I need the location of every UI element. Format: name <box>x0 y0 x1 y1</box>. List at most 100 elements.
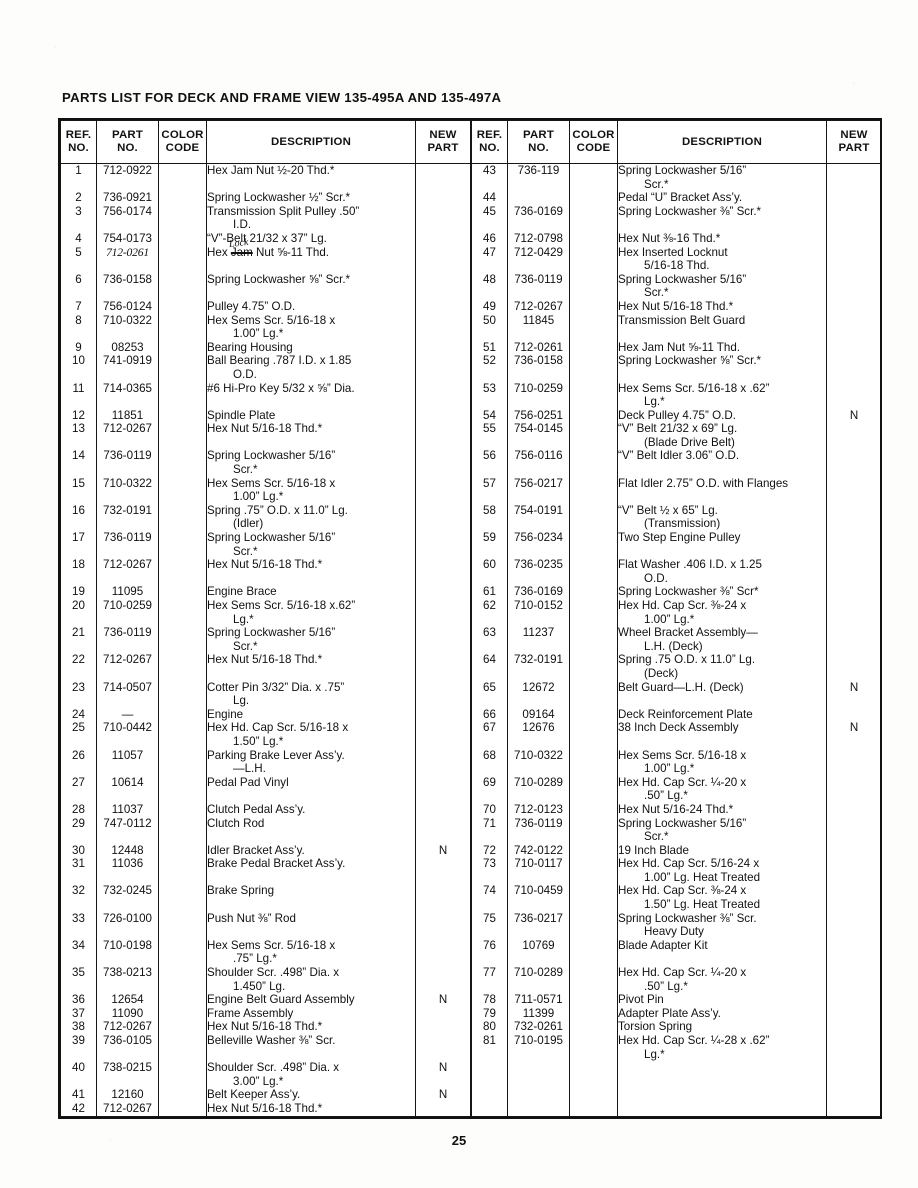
description-continuation: .50” Lg.* <box>644 789 688 803</box>
cell-color-code-right <box>569 340 618 355</box>
cell-part-no-left: 11851 <box>96 408 159 423</box>
cell-color-code-right <box>569 884 618 912</box>
table-row: 34 710-0198 Hex Sems Scr. 5/16-18 x .75” Lg… <box>60 938 882 967</box>
cell-part-no-left: 712-0267 <box>96 422 159 450</box>
cell-color-code-right <box>569 422 618 450</box>
description-continuation: Scr.* <box>233 463 258 477</box>
cell-ref-no-right: 81 <box>471 1034 508 1062</box>
cell-part-no-right: 10769 <box>507 938 570 967</box>
cell-description-right: Wheel Bracket Assembly— L.H. (Deck) <box>617 626 827 654</box>
cell-part-no-left: 11036 <box>96 857 159 885</box>
cell-ref-no-left: 19 <box>60 585 97 599</box>
cell-new-part-left <box>415 938 471 967</box>
cell-ref-no-left: 39 <box>60 1034 97 1062</box>
cell-new-part-left <box>415 626 471 654</box>
table-row: 41 12160 Belt Keeper Ass’y. N <box>60 1088 882 1102</box>
cell-part-no-left: 712-0267 <box>96 1020 159 1034</box>
cell-description-left: #6 Hi-Pro Key 5/32 x ⅝” Dia. <box>206 381 416 409</box>
cell-description-right: Pivot Pin <box>617 993 827 1007</box>
table-row: 8 710-0322 Hex Sems Scr. 5/16-18 x 1.00” Lg… <box>60 313 882 341</box>
cell-new-part-right <box>826 272 882 300</box>
cell-color-code-right <box>569 775 618 803</box>
cell-ref-no-left: 34 <box>60 938 97 967</box>
table-row: 15 710-0322 Hex Sems Scr. 5/16-18 x 1.00” L… <box>60 476 882 504</box>
table-row: 40 738-0215 Shoulder Scr. .498” Dia. x 3.00… <box>60 1061 882 1089</box>
cell-color-code-left <box>158 816 207 844</box>
cell-new-part-left <box>415 231 471 246</box>
cell-color-code-left <box>158 354 207 382</box>
cell-new-part-left: N <box>415 1061 471 1089</box>
cell-part-no-right: 712-0798 <box>507 231 570 246</box>
cell-description-left: Push Nut ⅜” Rod <box>206 911 416 939</box>
cell-color-code-right <box>569 245 618 273</box>
cell-part-no-left: 710-0322 <box>96 313 159 341</box>
cell-description-right: Transmission Belt Guard <box>617 313 827 341</box>
cell-ref-no-left: 13 <box>60 422 97 450</box>
cell-new-part-right <box>826 476 882 504</box>
cell-color-code-left <box>158 272 207 300</box>
stray-mark-left-edge <box>28 560 32 575</box>
cell-new-part-left <box>415 272 471 300</box>
cell-part-no-left: 10614 <box>96 775 159 803</box>
cell-description-right: Hex Nut 5/16-18 Thd.* <box>617 299 827 314</box>
cell-ref-no-right: 64 <box>471 653 508 681</box>
cell-new-part-right: N <box>826 680 882 708</box>
cell-description-right: Hex Nut ⅜-16 Thd.* <box>617 231 827 246</box>
cell-ref-no-left: 23 <box>60 680 97 708</box>
cell-ref-no-left: 35 <box>60 966 97 994</box>
cell-description-right: Hex Inserted Locknut 5/16-18 Thd. <box>617 245 827 273</box>
cell-part-no-right: 710-0322 <box>507 748 570 776</box>
cell-part-no-right: 736-0169 <box>507 204 570 232</box>
cell-part-no-left: 736-0105 <box>96 1034 159 1062</box>
cell-ref-no-left: 27 <box>60 775 97 803</box>
cell-new-part-right <box>826 884 882 912</box>
cell-part-no-right: 736-0235 <box>507 558 570 586</box>
table-row: 9 08253 Bearing Housing 51 712-0261 Hex Jam N… <box>60 340 882 355</box>
cell-ref-no-right: 43 <box>471 163 508 192</box>
cell-color-code-right <box>569 938 618 967</box>
table-row: 36 12654 Engine Belt Guard Assembly N 78 711-… <box>60 993 882 1007</box>
cell-color-code-right <box>569 449 618 477</box>
cell-color-code-left <box>158 843 207 858</box>
table-row: 28 11037 Clutch Pedal Ass’y. 70 712-0123 Hex … <box>60 802 882 817</box>
cell-new-part-right <box>826 299 882 314</box>
cell-ref-no-left: 30 <box>60 843 97 858</box>
cell-new-part-right <box>826 911 882 939</box>
scanned-page: PARTS LIST FOR DECK AND FRAME VIEW 135-4… <box>0 0 918 1188</box>
cell-ref-no-left: 4 <box>60 231 97 246</box>
cell-new-part-left <box>415 585 471 599</box>
cell-description-left: Hex Sems Scr. 5/16-18 x 1.00” Lg.* <box>206 313 416 341</box>
cell-color-code-left <box>158 585 207 599</box>
cell-description-right <box>617 1088 827 1102</box>
cell-part-no-left: 710-0259 <box>96 599 159 627</box>
cell-description-right: Torsion Spring <box>617 1020 827 1034</box>
cell-color-code-left <box>158 911 207 939</box>
cell-color-code-left <box>158 503 207 532</box>
cell-description-right: Blade Adapter Kit <box>617 938 827 967</box>
cell-description-right: Hex Sems Scr. 5/16-18 x 1.00” Lg.* <box>617 748 827 776</box>
cell-color-code-left <box>158 231 207 246</box>
cell-part-no-right: 712-0261 <box>507 340 570 355</box>
cell-new-part-right <box>826 707 882 722</box>
cell-part-no-right: 11399 <box>507 1006 570 1021</box>
cell-ref-no-right: 73 <box>471 857 508 885</box>
cell-description-left: Spring .75” O.D. x 11.0” Lg. (Idler) <box>206 503 416 532</box>
cell-description-right: Flat Washer .406 I.D. x 1.25 O.D. <box>617 558 827 586</box>
cell-ref-no-left: 9 <box>60 340 97 355</box>
cell-description-right: Belt Guard—L.H. (Deck) <box>617 680 827 708</box>
cell-part-no-left: 712-0261 <box>96 245 159 273</box>
cell-part-no-right: 736-0158 <box>507 354 570 382</box>
cell-part-no-left: 756-0124 <box>96 299 159 314</box>
cell-color-code-right <box>569 191 618 205</box>
table-row: 25 710-0442 Hex Hd. Cap Scr. 5/16-18 x 1.50… <box>60 721 882 749</box>
cell-ref-no-right: 52 <box>471 354 508 382</box>
cell-new-part-left <box>415 884 471 912</box>
cell-new-part-right <box>826 1020 882 1034</box>
header-part-no-right: PART NO. <box>507 120 570 164</box>
cell-part-no-left: 741-0919 <box>96 354 159 382</box>
cell-description-right: Spring Lockwasher 5/16” Scr.* <box>617 163 827 192</box>
cell-new-part-left <box>415 313 471 341</box>
cell-description-right: 19 Inch Blade <box>617 843 827 858</box>
cell-color-code-left <box>158 721 207 749</box>
cell-color-code-right <box>569 993 618 1007</box>
